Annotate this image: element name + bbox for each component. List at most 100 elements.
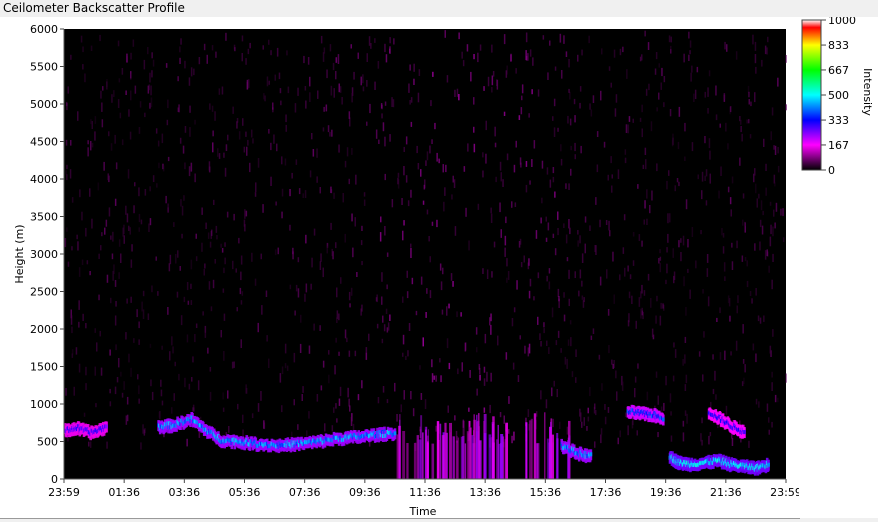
noise-speckle [683,276,685,287]
noise-speckle [728,298,731,307]
noise-speckle [452,175,454,183]
noise-speckle [565,51,568,57]
streak [525,422,528,479]
noise-speckle [443,201,445,212]
noise-speckle [543,322,545,328]
noise-speckle [611,359,613,365]
noise-speckle [177,76,179,82]
noise-speckle [247,48,250,55]
noise-speckle [665,375,667,386]
streak [505,422,508,479]
noise-speckle [228,426,230,433]
noise-speckle [430,100,432,107]
noise-speckle [389,37,391,44]
noise-speckle [222,407,225,412]
noise-speckle [245,58,247,65]
noise-speckle [707,87,709,97]
noise-speckle [221,86,224,95]
noise-speckle [130,259,133,268]
noise-speckle [326,69,328,79]
noise-speckle [70,54,72,60]
noise-speckle [722,246,725,254]
noise-speckle [515,140,517,148]
noise-speckle [663,102,665,108]
noise-speckle [308,411,310,419]
noise-speckle [138,127,141,134]
noise-speckle [212,130,214,137]
noise-speckle [330,222,332,230]
noise-speckle [166,119,169,126]
noise-speckle [592,328,595,334]
noise-speckle [134,85,137,94]
noise-speckle [270,50,272,56]
noise-speckle [448,362,451,370]
noise-speckle [490,313,492,322]
noise-speckle [729,197,732,205]
noise-speckle [641,307,643,315]
noise-speckle [273,134,275,144]
noise-speckle [644,147,647,155]
noise-speckle [725,122,727,132]
noise-speckle [554,66,557,71]
noise-speckle [413,78,415,85]
noise-speckle [262,45,264,50]
noise-speckle [525,184,528,193]
noise-speckle [187,300,190,305]
backscatter-chart[interactable]: 0 500 1000 1500 2000 2500 3000 3500 4000 4500 5000… [0,17,802,518]
streak [424,426,427,479]
noise-speckle [66,227,68,232]
noise-speckle [245,131,247,137]
noise-speckle [263,420,265,429]
noise-speckle [91,142,94,148]
noise-speckle [707,296,710,307]
noise-speckle [752,34,754,45]
noise-speckle [552,176,555,183]
noise-speckle [537,272,540,279]
noise-speckle [295,159,298,165]
noise-speckle [574,271,576,278]
noise-speckle [444,30,446,38]
noise-speckle [577,240,579,247]
noise-speckle [410,243,412,248]
noise-speckle [305,100,307,109]
noise-speckle [284,343,287,354]
noise-speckle [531,89,533,95]
noise-speckle [244,209,246,219]
noise-speckle [87,140,89,145]
x-tick-label: 17:36 [590,486,622,499]
noise-speckle [570,145,572,151]
noise-speckle [763,138,765,147]
noise-speckle [552,167,555,174]
noise-speckle [190,283,192,289]
noise-speckle [545,237,548,242]
noise-speckle [274,74,276,81]
noise-speckle [412,408,415,417]
noise-speckle [554,248,557,256]
noise-speckle [557,288,560,297]
noise-speckle [157,291,159,296]
noise-speckle [340,277,342,284]
noise-speckle [546,275,548,282]
noise-speckle [110,297,112,304]
noise-speckle [242,414,244,423]
noise-speckle [204,325,207,333]
noise-speckle [456,88,459,97]
noise-speckle [66,164,68,170]
noise-speckle [410,391,412,400]
noise-speckle [542,35,545,40]
noise-speckle [749,134,752,139]
noise-speckle [490,213,493,223]
noise-speckle [194,119,196,125]
noise-speckle [581,280,583,287]
noise-speckle [682,420,685,427]
noise-speckle [106,441,108,449]
noise-speckle [768,265,770,273]
noise-speckle [177,250,179,258]
noise-speckle [110,143,113,151]
noise-speckle [624,157,627,164]
noise-speckle [457,368,459,375]
colorbar[interactable]: 0 167 333 500 667 833 1000 Intensity [799,14,878,518]
noise-speckle [333,407,335,413]
noise-speckle [439,263,442,271]
noise-speckle [454,89,456,97]
